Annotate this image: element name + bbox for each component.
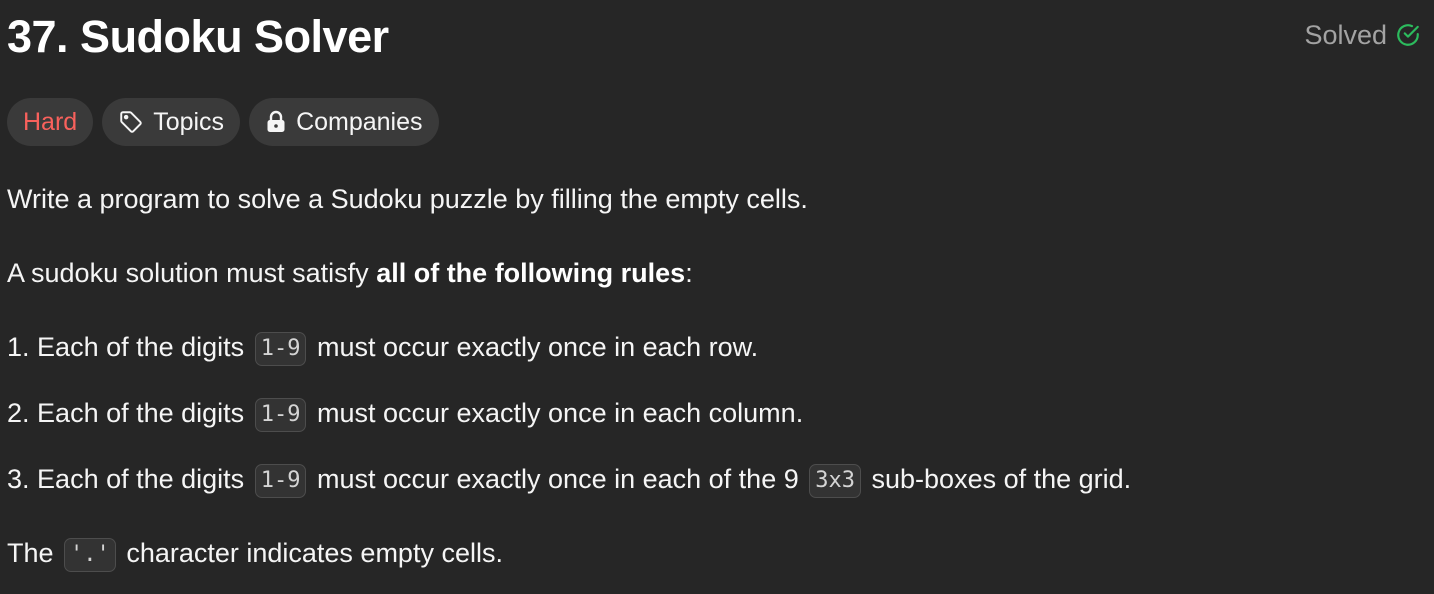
rule-item: 1. Each of the digits 1-9 must occur exa… — [7, 328, 758, 366]
rule-text-middle: must occur exactly once in each of the 9 — [316, 464, 799, 494]
difficulty-badge: Hard — [7, 98, 94, 146]
topics-label: Topics — [153, 107, 225, 136]
rule-number: 3. — [7, 464, 30, 494]
solved-status: Solved — [1304, 18, 1421, 52]
rule-item: 2. Each of the digits 1-9 must occur exa… — [7, 394, 803, 432]
empty-cell-paragraph: The '.' character indicates empty cells. — [7, 534, 503, 572]
tag-bar: Hard Topics Companies — [7, 98, 439, 146]
lock-icon — [265, 110, 287, 134]
rules-intro-suffix: : — [685, 258, 693, 288]
companies-button[interactable]: Companies — [249, 98, 439, 146]
inline-code: '.' — [64, 538, 116, 572]
difficulty-label: Hard — [23, 107, 78, 136]
rule-text-before: Each of the digits — [37, 332, 245, 362]
solved-label: Solved — [1304, 20, 1387, 50]
rule-text-after: sub-boxes of the grid. — [871, 464, 1132, 494]
rules-intro-bold: all of the following rules — [376, 258, 686, 288]
intro-paragraph: Write a program to solve a Sudoku puzzle… — [7, 184, 808, 214]
problem-description-panel: 37. Sudoku Solver Solved Hard Topics Com… — [0, 0, 1434, 594]
rule-text-after: must occur exactly once in each column. — [316, 398, 804, 428]
rule-item: 3. Each of the digits 1-9 must occur exa… — [7, 460, 1131, 498]
inline-code: 1-9 — [254, 464, 307, 498]
companies-label: Companies — [296, 107, 423, 136]
rules-intro-prefix: A sudoku solution must satisfy — [7, 258, 377, 288]
inline-code: 1-9 — [254, 332, 307, 366]
problem-title: 37. Sudoku Solver — [7, 11, 389, 62]
check-circle-icon — [1395, 22, 1421, 48]
rule-number: 2. — [7, 398, 30, 428]
rules-intro-paragraph: A sudoku solution must satisfy all of th… — [7, 254, 693, 292]
rule-text-before: Each of the digits — [37, 398, 245, 428]
inline-code: 1-9 — [254, 398, 307, 432]
empty-prefix: The — [7, 538, 54, 568]
empty-suffix: character indicates empty cells. — [126, 538, 503, 568]
rule-number: 1. — [7, 332, 30, 362]
topics-button[interactable]: Topics — [102, 98, 241, 146]
rule-text-before: Each of the digits — [37, 464, 245, 494]
tag-icon — [118, 109, 144, 135]
rule-text-after: must occur exactly once in each row. — [316, 332, 759, 362]
inline-code: 3x3 — [809, 464, 861, 498]
